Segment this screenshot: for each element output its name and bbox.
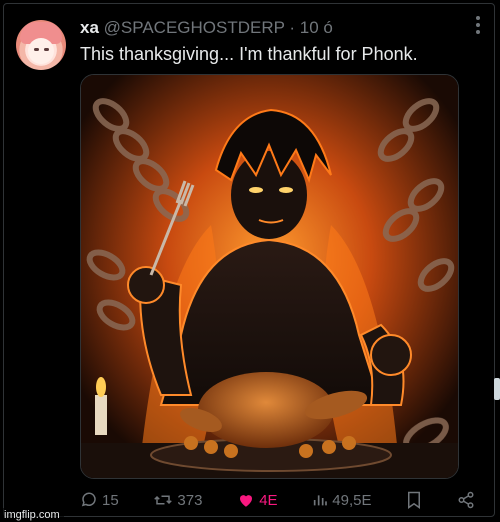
reply-button[interactable]: 15 xyxy=(80,491,119,509)
like-icon xyxy=(240,495,253,507)
share-icon xyxy=(458,491,474,509)
scrollbar[interactable] xyxy=(494,378,500,400)
views-button[interactable]: 49,5E xyxy=(312,492,371,509)
timestamp[interactable]: 10 ó xyxy=(300,18,333,37)
reply-icon xyxy=(81,492,96,507)
display-name[interactable]: xa xyxy=(80,18,99,37)
repost-icon xyxy=(154,495,173,505)
avatar[interactable] xyxy=(16,20,66,70)
watermark: imgflip.com xyxy=(0,508,64,522)
views-count: 49,5E xyxy=(332,491,372,509)
action-bar: 15 373 4E 49,5E xyxy=(80,488,475,512)
repost-button[interactable]: 373 xyxy=(153,491,202,509)
views-icon xyxy=(314,495,328,506)
user-handle[interactable]: @SPACEGHOSTDERP xyxy=(104,18,285,37)
like-button[interactable]: 4E xyxy=(237,491,278,509)
like-count: 4E xyxy=(259,491,278,509)
bookmark-icon xyxy=(408,491,421,509)
phonk-artwork xyxy=(81,75,458,478)
more-icon[interactable] xyxy=(476,16,482,34)
share-button[interactable] xyxy=(457,491,475,509)
reply-count: 15 xyxy=(102,491,119,509)
tweet-header: xa @SPACEGHOSTDERP · 10 ó xyxy=(80,18,333,38)
tweet-text: This thanksgiving... I'm thankful for Ph… xyxy=(80,44,418,64)
tweet-image[interactable] xyxy=(80,74,459,479)
separator-dot: · xyxy=(289,18,296,37)
bookmark-button[interactable] xyxy=(406,491,422,509)
repost-count: 373 xyxy=(177,491,203,509)
